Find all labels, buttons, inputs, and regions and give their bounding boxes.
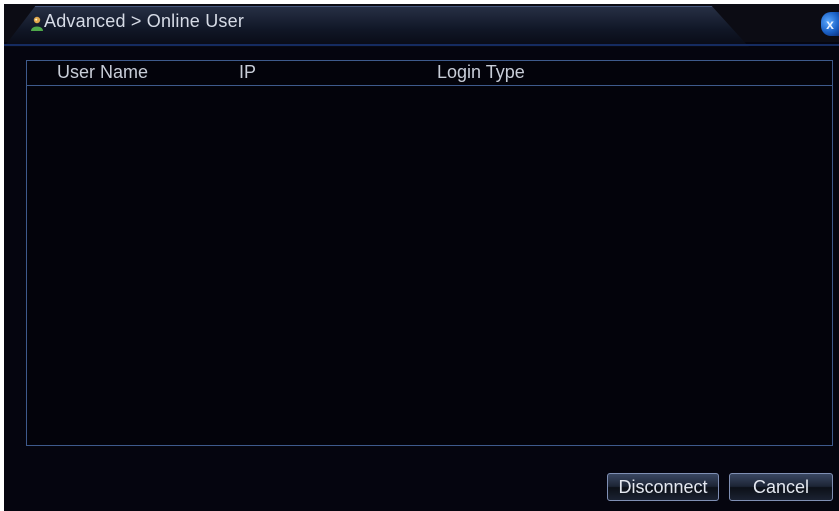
- user-list[interactable]: [27, 86, 832, 445]
- table-header: User Name IP Login Type: [27, 61, 832, 86]
- user-icon: [31, 16, 43, 31]
- online-user-table: User Name IP Login Type: [26, 60, 833, 446]
- column-header-login-type[interactable]: Login Type: [437, 62, 525, 83]
- disconnect-button[interactable]: Disconnect: [607, 473, 719, 501]
- column-header-ip[interactable]: IP: [239, 62, 256, 83]
- close-icon[interactable]: x: [821, 12, 839, 36]
- title-bar: Advanced > Online User x: [4, 4, 839, 47]
- title-separator: [4, 44, 839, 46]
- cancel-button[interactable]: Cancel: [729, 473, 833, 501]
- online-user-dialog: Advanced > Online User x User Name IP Lo…: [4, 4, 839, 511]
- column-header-user-name[interactable]: User Name: [57, 62, 148, 83]
- page-title: Advanced > Online User: [44, 11, 245, 31]
